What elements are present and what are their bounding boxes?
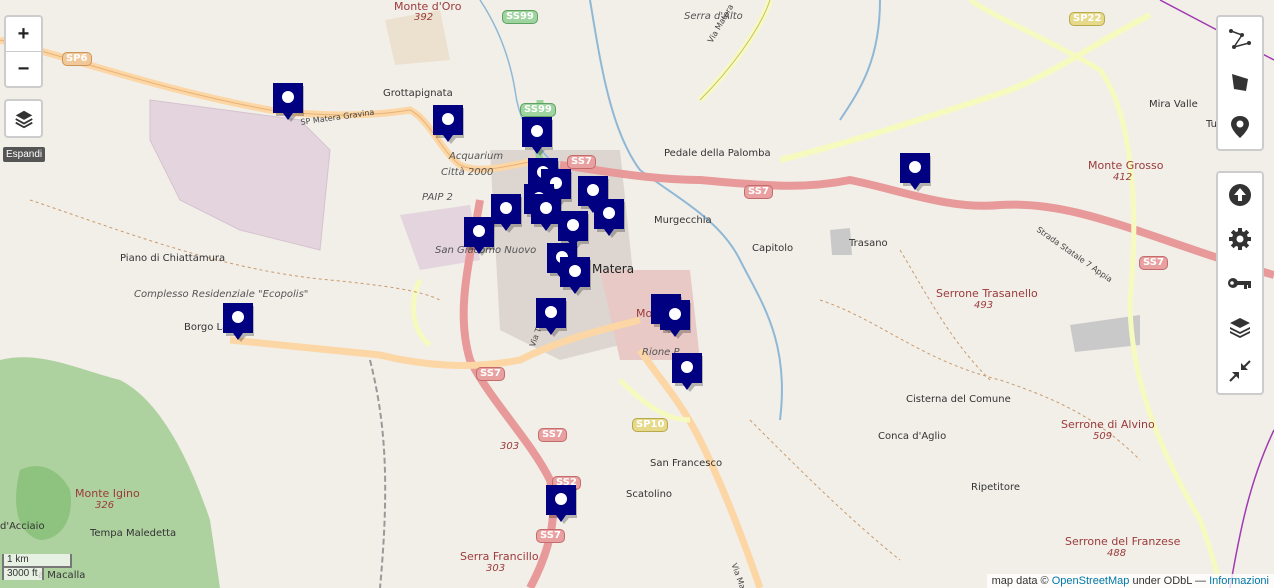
key-icon bbox=[1228, 278, 1251, 289]
attribution: map data © OpenStreetMap under ODbL — In… bbox=[986, 574, 1274, 588]
place-label: d'Acciaio bbox=[0, 521, 45, 532]
place-label: 392 bbox=[414, 12, 434, 23]
place-label: Scatolino bbox=[626, 489, 673, 500]
place-label: Capitolo bbox=[752, 243, 794, 254]
place-label: PAIP 2 bbox=[422, 192, 453, 203]
map-canvas[interactable]: Monte d'Oro 392 Serra d'Alto Grottapignata A… bbox=[0, 0, 1274, 588]
map-layers-icon bbox=[14, 110, 33, 128]
osm-link[interactable]: OpenStreetMap bbox=[1052, 575, 1130, 587]
road-shield: SS7 bbox=[744, 185, 773, 199]
place-label: Matera bbox=[592, 262, 635, 276]
road-shield: SP10 bbox=[632, 418, 669, 432]
place-label: Mira Valle bbox=[1149, 99, 1198, 110]
place-label: Acquarium bbox=[449, 151, 504, 162]
place-label: Serra d'Alto bbox=[684, 11, 743, 22]
road-shield: SP22 bbox=[1069, 12, 1106, 26]
place-label: Complesso Residenziale "Ecopolis" bbox=[134, 289, 309, 300]
zoom-control: + − bbox=[4, 15, 43, 88]
map-marker-icon bbox=[1231, 116, 1249, 138]
road-shield: SS7 bbox=[1139, 256, 1168, 270]
place-label: Monte Grosso bbox=[1088, 159, 1164, 172]
map-marker-pin[interactable] bbox=[559, 256, 591, 296]
place-label: Trasano bbox=[849, 238, 888, 249]
place-label: Serrone Trasanello bbox=[936, 287, 1038, 300]
draw-polyline-button[interactable] bbox=[1218, 17, 1262, 61]
collapse-arrows-icon bbox=[1229, 360, 1251, 382]
place-label: Murgecchia bbox=[654, 215, 712, 226]
road-shield: SS7 bbox=[567, 155, 596, 169]
road-shield: SP6 bbox=[62, 52, 92, 66]
place-label: 509 bbox=[1093, 431, 1113, 442]
draw-marker-button[interactable] bbox=[1218, 105, 1262, 149]
place-label: 493 bbox=[974, 300, 994, 311]
scale-bar: 1 km 3000 ft bbox=[2, 554, 72, 580]
place-label: Conca d'Aglio bbox=[878, 431, 947, 442]
place-label: Serrone di Alvino bbox=[1061, 418, 1155, 431]
zoom-out-button[interactable]: − bbox=[6, 51, 41, 86]
info-link[interactable]: Informazioni bbox=[1209, 575, 1269, 587]
draw-toolbox bbox=[1216, 15, 1264, 151]
map-marker-pin[interactable] bbox=[899, 152, 931, 192]
map-marker-pin[interactable] bbox=[671, 352, 703, 392]
place-label: Ripetitore bbox=[971, 482, 1021, 493]
layer-switcher-button[interactable] bbox=[4, 99, 43, 138]
place-label: Cisterna del Comune bbox=[906, 394, 1011, 405]
map-marker-pin[interactable] bbox=[272, 82, 304, 122]
place-label: 412 bbox=[1113, 172, 1133, 183]
layers-icon bbox=[1230, 318, 1250, 338]
map-marker-pin[interactable] bbox=[432, 104, 464, 144]
place-label: 303 bbox=[500, 441, 520, 452]
place-label: Serrone del Franzese bbox=[1065, 535, 1181, 548]
place-label: 303 bbox=[486, 563, 506, 574]
place-label: Tempa Maledetta bbox=[90, 528, 177, 539]
layers-button[interactable] bbox=[1218, 305, 1262, 349]
place-label: Grottapignata bbox=[383, 88, 453, 99]
map-marker-pin[interactable] bbox=[659, 299, 691, 339]
map-marker-pin[interactable] bbox=[521, 116, 553, 156]
zoom-in-button[interactable]: + bbox=[6, 17, 41, 51]
attribution-middle: under ODbL — bbox=[1129, 575, 1210, 587]
draw-polygon-button[interactable] bbox=[1218, 61, 1262, 105]
place-label: Pedale della Palomba bbox=[664, 148, 771, 159]
place-label: Piano di Chiattamura bbox=[120, 253, 226, 264]
place-label: 488 bbox=[1107, 548, 1127, 559]
polyline-icon bbox=[1229, 29, 1251, 49]
place-label: Monte Igino bbox=[75, 487, 140, 500]
map-marker-pin[interactable] bbox=[463, 216, 495, 256]
road-shield: SS99 bbox=[520, 103, 556, 117]
key-button[interactable] bbox=[1218, 261, 1262, 305]
polygon-icon bbox=[1232, 74, 1248, 91]
upload-arrow-icon bbox=[1229, 184, 1251, 206]
attribution-prefix: map data © bbox=[991, 575, 1052, 587]
upload-button[interactable] bbox=[1218, 173, 1262, 217]
map-marker-pin[interactable] bbox=[222, 302, 254, 342]
map-marker-pin[interactable] bbox=[545, 484, 577, 524]
settings-button[interactable] bbox=[1218, 217, 1262, 261]
map-marker-pin[interactable] bbox=[535, 297, 567, 337]
collapse-button[interactable] bbox=[1218, 349, 1262, 393]
road-shield: SS99 bbox=[502, 10, 538, 24]
place-label: Città 2000 bbox=[441, 167, 494, 178]
scale-imperial: 3000 ft bbox=[2, 566, 44, 580]
place-label: San Francesco bbox=[650, 458, 723, 469]
place-label: Serra Francillo bbox=[460, 550, 539, 563]
road-shield: SS7 bbox=[538, 428, 567, 442]
road-shield: SS7 bbox=[476, 367, 505, 381]
gear-icon bbox=[1229, 228, 1251, 250]
road-shield: SS7 bbox=[536, 529, 565, 543]
settings-toolbox bbox=[1216, 171, 1264, 395]
place-label: 326 bbox=[95, 500, 115, 511]
map-marker-pin[interactable] bbox=[593, 198, 625, 238]
expand-button[interactable]: Espandi bbox=[3, 147, 46, 162]
